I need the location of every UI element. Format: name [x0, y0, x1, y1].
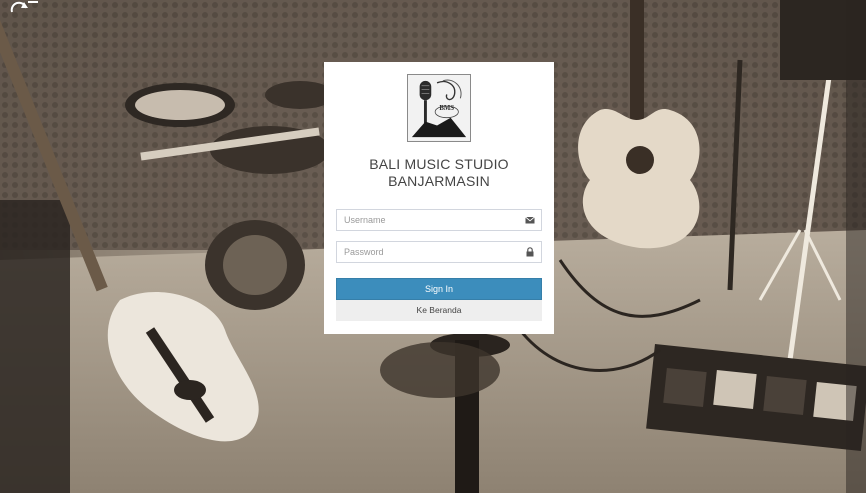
- home-button[interactable]: Ke Beranda: [336, 300, 542, 321]
- microphone-logo-icon: BMS: [408, 75, 470, 141]
- studio-name: BALI MUSIC STUDIO BANJARMASIN: [324, 156, 554, 190]
- studio-logo: BMS: [407, 74, 471, 142]
- password-field[interactable]: [336, 241, 542, 263]
- studio-name-line1: BALI MUSIC STUDIO: [369, 156, 509, 172]
- studio-name-line2: BANJARMASIN: [388, 173, 490, 189]
- username-input[interactable]: [337, 210, 517, 230]
- lock-icon: [526, 247, 534, 257]
- password-input[interactable]: [337, 242, 517, 262]
- envelope-icon: [525, 216, 535, 224]
- login-box: BMS BALI MUSIC STUDIO BANJARMASIN Userna…: [324, 62, 554, 334]
- refresh-icon[interactable]: [6, 0, 40, 16]
- login-page: BMS BALI MUSIC STUDIO BANJARMASIN Userna…: [0, 0, 866, 493]
- username-field[interactable]: [336, 209, 542, 231]
- sign-in-button[interactable]: Sign In: [336, 278, 542, 300]
